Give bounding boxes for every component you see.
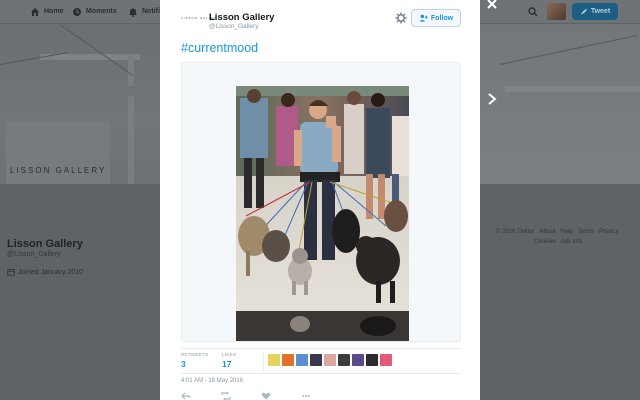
add-user-icon <box>419 14 428 22</box>
likes-stat[interactable]: LIKES 17 <box>222 352 236 369</box>
moments-icon <box>73 8 81 16</box>
follow-button-label: Follow <box>430 14 454 22</box>
footer-ads-info[interactable]: Ads info <box>561 239 583 245</box>
reply-icon[interactable] <box>181 392 191 400</box>
likes-count: 17 <box>222 359 232 369</box>
footer-help[interactable]: Help <box>560 229 572 235</box>
more-icon[interactable] <box>301 392 311 400</box>
photo-illustration <box>236 86 409 341</box>
tweet-media[interactable] <box>181 62 461 342</box>
liker-avatar[interactable] <box>366 354 378 366</box>
tweet-button[interactable]: Tweet <box>572 3 618 20</box>
retweets-stat[interactable]: RETWEETS 3 <box>181 352 208 369</box>
tweet-actions <box>181 392 381 400</box>
gear-icon[interactable] <box>395 12 407 24</box>
calendar-icon <box>7 269 15 276</box>
follow-button[interactable]: Follow <box>411 9 461 27</box>
tweet-stats: RETWEETS 3 LIKES 17 <box>181 348 461 374</box>
retweets-label: RETWEETS <box>181 352 209 357</box>
retweets-count: 3 <box>181 359 186 369</box>
bell-icon <box>129 8 137 17</box>
nav-home[interactable]: Home <box>30 5 63 19</box>
user-avatar[interactable] <box>547 3 566 20</box>
liker-avatar[interactable] <box>338 354 350 366</box>
liker-avatar[interactable] <box>324 354 336 366</box>
likes-label: LIKES <box>222 352 237 357</box>
profile-joined: Joined January 2010 <box>7 268 83 276</box>
chevron-right-icon[interactable] <box>486 92 498 106</box>
tweet-author-handle[interactable]: @Lisson_Gallery <box>209 23 259 30</box>
retweet-icon[interactable] <box>221 392 231 400</box>
nav-notifications[interactable]: Notific <box>128 5 164 19</box>
nav-home-label: Home <box>44 8 64 15</box>
footer-links: © 2016 Twitter About Help Terms Privacy Cook… <box>496 227 632 247</box>
stats-divider <box>263 352 264 372</box>
search-icon[interactable] <box>528 7 538 17</box>
liker-avatar[interactable] <box>296 354 308 366</box>
footer-about[interactable]: About <box>540 229 556 235</box>
home-icon <box>31 8 39 16</box>
liker-avatar[interactable] <box>352 354 364 366</box>
liker-avatar[interactable] <box>310 354 322 366</box>
liker-avatar[interactable] <box>268 354 280 366</box>
footer-cookies[interactable]: Cookies <box>534 239 556 245</box>
heart-icon[interactable] <box>261 392 271 400</box>
profile-handle: @Lisson_Gallery <box>7 251 61 258</box>
profile-logo-text: LISSON GALLERY <box>10 166 107 175</box>
tweet-text-hashtag[interactable]: #currentmood <box>181 41 258 55</box>
tweet-author-name[interactable]: Lisson Gallery <box>209 12 274 23</box>
tweet-button-label: Tweet <box>590 8 611 15</box>
liker-avatar[interactable] <box>380 354 392 366</box>
nav-moments[interactable]: Moments <box>72 5 117 19</box>
tweet-photo <box>236 86 409 341</box>
nav-moments-label: Moments <box>86 8 117 15</box>
tweet-modal: LISSON GALLERY Lisson Gallery @Lisson_Ga… <box>160 0 480 400</box>
liker-avatar[interactable] <box>282 354 294 366</box>
liker-avatars <box>268 354 392 366</box>
feather-icon <box>580 8 588 15</box>
profile-name: Lisson Gallery <box>7 238 83 250</box>
close-icon[interactable] <box>486 0 498 10</box>
tweet-timestamp[interactable]: 4:01 AM - 18 May 2016 <box>181 378 243 384</box>
footer-terms[interactable]: Terms <box>578 229 594 235</box>
profile-joined-label: Joined January 2010 <box>18 268 83 276</box>
footer-privacy[interactable]: Privacy <box>599 229 619 235</box>
footer-copyright: © 2016 Twitter <box>496 229 535 235</box>
